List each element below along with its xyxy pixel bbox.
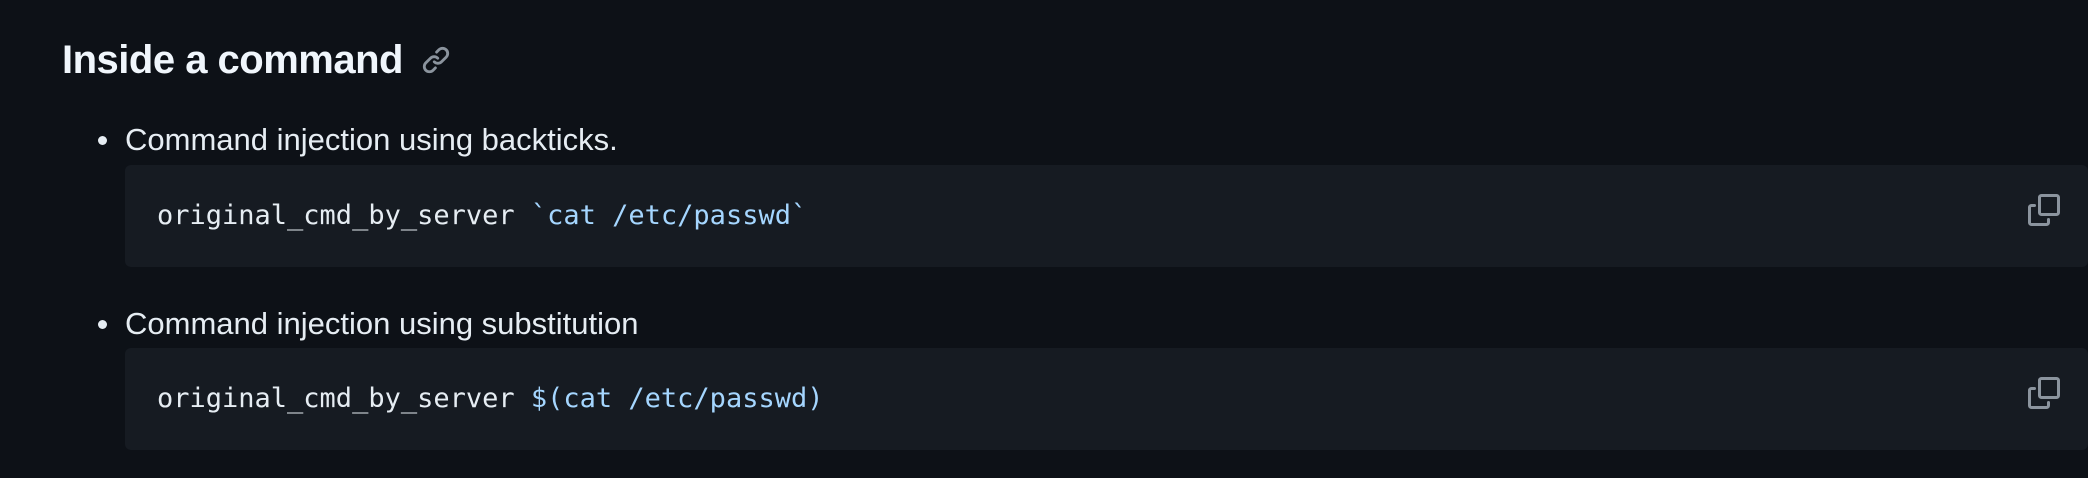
copy-button[interactable] [2026,375,2062,411]
code-line[interactable]: original_cmd_by_server `cat /etc/passwd` [157,198,807,234]
section-heading: Inside a command [62,34,453,86]
list-item-text: Command injection using backticks. [125,122,618,157]
heading-anchor-link[interactable] [419,43,453,77]
copy-icon [2028,194,2060,226]
link-icon [422,46,450,74]
code-argument: $(cat /etc/passwd) [530,383,824,414]
code-line[interactable]: original_cmd_by_server $(cat /etc/passwd… [157,381,823,417]
copy-icon [2028,377,2060,409]
section-heading-text: Inside a command [62,38,403,82]
code-block: original_cmd_by_server $(cat /etc/passwd… [125,348,2088,450]
code-command: original_cmd_by_server [157,383,531,414]
bullet-dot [98,320,107,329]
copy-button[interactable] [2026,192,2062,228]
code-command: original_cmd_by_server [157,200,531,231]
code-block: original_cmd_by_server `cat /etc/passwd` [125,165,2088,267]
bullet-dot [98,136,107,145]
list-item-text: Command injection using substitution [125,306,639,341]
code-argument: `cat /etc/passwd` [530,200,808,231]
